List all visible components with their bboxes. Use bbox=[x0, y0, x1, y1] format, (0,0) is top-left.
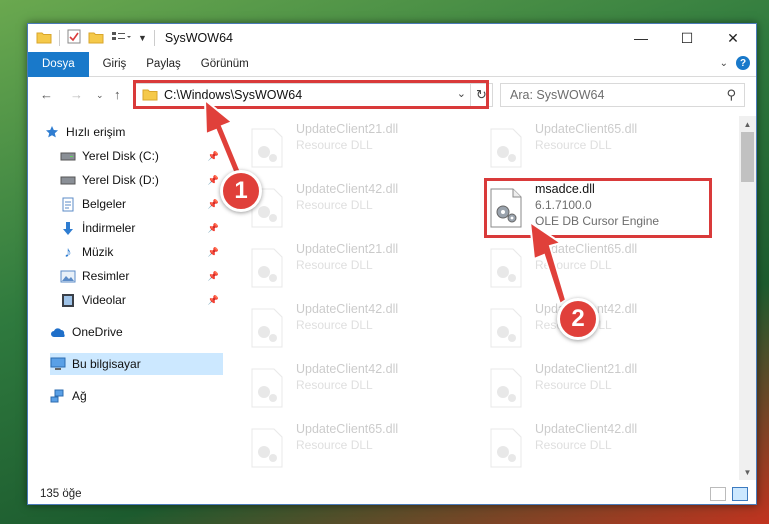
step-2-badge: 2 bbox=[557, 298, 599, 340]
annotation-arrows bbox=[203, 97, 568, 306]
arrow-2 bbox=[528, 219, 568, 306]
step-1-badge: 1 bbox=[220, 170, 262, 212]
